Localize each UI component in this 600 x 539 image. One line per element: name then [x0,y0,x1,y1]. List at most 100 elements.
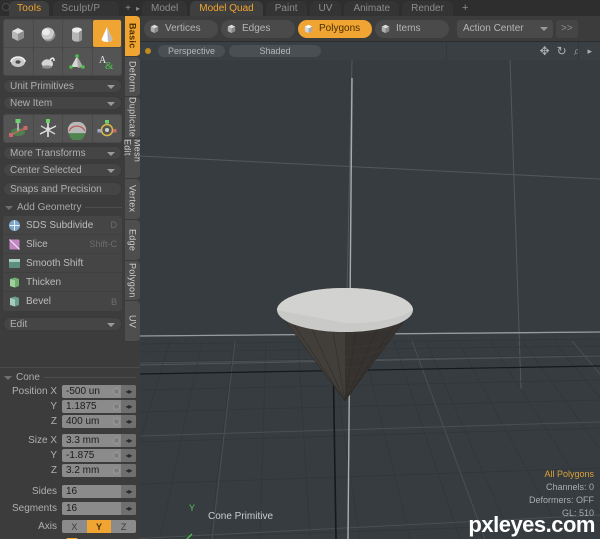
list-item-smooth-shift[interactable]: Smooth Shift [3,254,122,273]
viewport-scene[interactable]: Y Cone Primitive All Polygons Channels: … [140,59,600,539]
status-deformers: Deformers: OFF [528,495,594,505]
tab-model[interactable]: Model [142,1,188,16]
list-item-bevel[interactable]: Bevel B [3,292,122,311]
position-z-input[interactable]: 400 um ◂▸ [62,415,136,428]
segments-input[interactable]: 16 ◂▸ [62,502,136,515]
size-x-input[interactable]: 3.3 mm ◂▸ [62,434,136,447]
field-dim-icon [113,467,120,474]
axis-segmented-control: X Y Z [62,520,137,533]
list-item-slice[interactable]: Slice Shift-C [3,235,122,254]
smooth-shift-icon [9,258,20,268]
position-z-stepper[interactable]: ◂▸ [121,415,136,428]
position-y-input[interactable]: 1.1875 ◂▸ [62,400,136,413]
move-tool-button[interactable] [4,115,33,142]
rotate-icon[interactable]: ↻ [557,44,567,58]
cone-primitive-button[interactable] [92,20,121,47]
cylinder-primitive-button[interactable] [63,20,92,47]
divider [43,377,136,378]
tab-model-quad[interactable]: Model Quad [190,1,263,16]
mode-button-polygons[interactable]: Polygons [298,19,372,38]
position-x-input[interactable]: -500 un ◂▸ [62,385,136,398]
position-x-row: Position X -500 un ◂▸ [4,385,136,398]
polygons-cube-icon [304,24,313,34]
center-selected-dropdown[interactable]: Center Selected [3,163,122,177]
mode-button-label: Polygons [319,23,361,34]
axis-option-x[interactable]: X [62,520,87,533]
size-y-input[interactable]: -1.875 ◂▸ [62,449,136,462]
pan-icon[interactable]: ✥ [540,44,550,58]
chevron-down-icon [540,26,548,31]
add-geometry-group-header[interactable]: Add Geometry [3,202,122,213]
axis-option-z[interactable]: Z [111,520,137,533]
object-name-label: Cone Primitive [208,511,274,522]
transform-tool-button[interactable] [92,115,121,142]
left-panel-tabbar: Tools Sculpt/P ... + ▸ [0,0,140,29]
size-x-label: Size X [28,435,57,446]
position-x-stepper[interactable]: ◂▸ [121,385,136,398]
sphere-primitive-button[interactable] [33,20,62,47]
sides-input[interactable]: 16 ◂▸ [62,485,136,498]
position-x-value: -500 un [66,386,100,397]
axis-label: Axis [38,521,57,532]
teapot-primitive-button[interactable] [33,48,62,75]
text-tool-button[interactable]: A & [92,48,121,75]
size-y-stepper[interactable]: ◂▸ [121,449,136,462]
mode-button-vertices[interactable]: Vertices [144,19,218,38]
tab-animate[interactable]: Animate [344,1,400,16]
new-item-dropdown[interactable]: New Item [3,96,122,110]
action-center-dropdown[interactable]: Action Center [457,19,553,38]
sidebar-item-uv[interactable]: UV [125,301,140,343]
edit-dropdown[interactable]: Edit [3,317,122,331]
cube-primitive-button[interactable] [4,20,33,47]
sidebar-item-polygon[interactable]: Polygon [125,260,140,302]
prism-primitive-button[interactable] [63,48,92,75]
sidebar-item-edge[interactable]: Edge [125,219,140,261]
position-z-row: Z 400 um ◂▸ [4,415,136,428]
more-arrow-icon[interactable]: ▸ [587,46,592,57]
unit-primitives-dropdown[interactable]: Unit Primitives [3,79,122,93]
more-transforms-dropdown[interactable]: More Transforms [3,146,122,160]
axis-option-y[interactable]: Y [86,520,112,533]
disclosure-triangle-icon[interactable] [4,375,12,380]
field-dim-icon [113,388,120,395]
size-z-stepper[interactable]: ◂▸ [121,464,136,477]
add-layout-tab-button[interactable]: + [456,1,474,16]
list-item-thicken[interactable]: Thicken [3,273,122,292]
sidebar-item-deform[interactable]: Deform [125,56,140,98]
add-tab-button[interactable]: + [125,1,131,16]
tab-paint[interactable]: Paint [265,1,307,16]
tab-sculpt-paint[interactable]: Sculpt/P ... [53,1,120,29]
sidebar-item-basic[interactable]: Basic [125,16,140,57]
sidebar-item-vertex[interactable]: Vertex [125,179,140,220]
viewport-3d[interactable]: Perspective Shaded ✥ ↻ ⌕ ▸ [140,42,600,539]
tab-uv[interactable]: UV [309,1,342,16]
position-y-stepper[interactable]: ◂▸ [121,400,136,413]
rotate-tool-icon [39,118,57,137]
tab-render[interactable]: Render [402,1,453,16]
size-z-input[interactable]: 3.2 mm ◂▸ [62,464,136,477]
sidebar-item-duplicate[interactable]: Duplicate [125,97,140,139]
field-dim-icon [113,437,120,444]
snaps-and-precision-button[interactable]: Snaps and Precision [3,182,122,196]
sidebar-item-mesh-edit[interactable]: Mesh Edit [123,138,143,180]
segments-stepper[interactable]: ◂▸ [121,502,136,515]
position-z-label: Z [50,416,57,427]
projection-dropdown[interactable]: Perspective [158,45,226,57]
text-tool-icon: A & [99,55,114,72]
scale-tool-button[interactable] [63,115,92,142]
sides-stepper[interactable]: ◂▸ [121,485,136,498]
position-y-row: Y 1.1875 ◂▸ [4,400,136,413]
mode-bar-overflow-button[interactable]: >> [556,19,578,38]
position-z-value: 400 um [66,416,100,427]
size-x-stepper[interactable]: ◂▸ [121,434,136,447]
mode-button-items[interactable]: Items [375,19,449,38]
mode-button-label: Items [396,23,421,34]
shading-dropdown[interactable]: Shaded [229,45,322,57]
viewport-options-icon[interactable] [145,48,151,54]
rotate-tool-button[interactable] [33,115,62,142]
torus-primitive-button[interactable] [4,48,33,75]
list-item-sds-subdivide[interactable]: SDS Subdivide D [3,216,122,235]
tab-tools[interactable]: Tools [9,1,50,16]
list-item-label: SDS Subdivide [26,219,94,231]
mode-button-edges[interactable]: Edges [221,19,295,38]
